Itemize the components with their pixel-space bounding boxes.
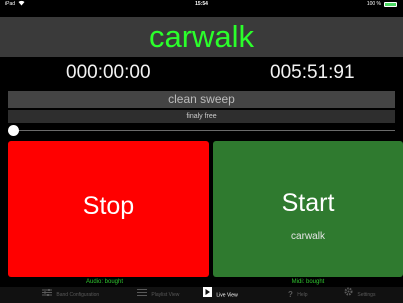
total-time: 005:51:91	[270, 62, 355, 83]
tab-label: Settings	[357, 292, 376, 298]
play-icon	[203, 287, 212, 303]
start-button[interactable]: Start carwalk	[213, 141, 403, 277]
slider-thumb[interactable]	[8, 125, 19, 136]
tab-playlist-view[interactable]: Playlist View	[137, 287, 179, 303]
list-icon	[137, 287, 147, 303]
question-icon: ?	[288, 290, 293, 299]
next-cue-name: finaly free	[8, 110, 395, 123]
battery-percent: 100 %	[366, 1, 381, 7]
audio-status: Audio: bought	[85, 279, 124, 285]
track-title: carwalk	[0, 17, 403, 57]
status-time: 15:54	[195, 1, 208, 7]
status-bar: iPad 15:54 100 %	[0, 0, 403, 9]
tab-label: Help	[297, 292, 308, 298]
tab-band-configuration[interactable]: Band Configuration	[42, 287, 99, 303]
tab-bar: Band Configuration Playlist View Live Vi…	[0, 287, 403, 303]
start-button-track: carwalk	[291, 231, 325, 242]
battery-icon	[384, 2, 397, 7]
gear-icon	[344, 287, 353, 303]
tab-label: Playlist View	[151, 292, 180, 298]
playback-position-slider[interactable]	[8, 124, 395, 136]
slider-track[interactable]	[12, 130, 395, 131]
timer-display: 000:00:00 005:51:91	[8, 57, 395, 89]
sliders-icon	[42, 287, 52, 303]
midi-status: Midi: bought	[291, 279, 325, 285]
stop-button-label: Stop	[82, 192, 135, 220]
stop-button[interactable]: Stop	[8, 141, 209, 277]
tab-live-view[interactable]: Live View	[203, 287, 238, 303]
start-button-label: Start	[281, 189, 335, 217]
elapsed-time: 000:00:00	[66, 62, 151, 83]
current-cue-name: clean sweep	[8, 91, 395, 108]
tab-help[interactable]: ? Help	[288, 287, 308, 303]
tab-label: Band Configuration	[56, 292, 100, 298]
tab-label: Live View	[216, 292, 238, 299]
tab-settings[interactable]: Settings	[344, 287, 375, 303]
